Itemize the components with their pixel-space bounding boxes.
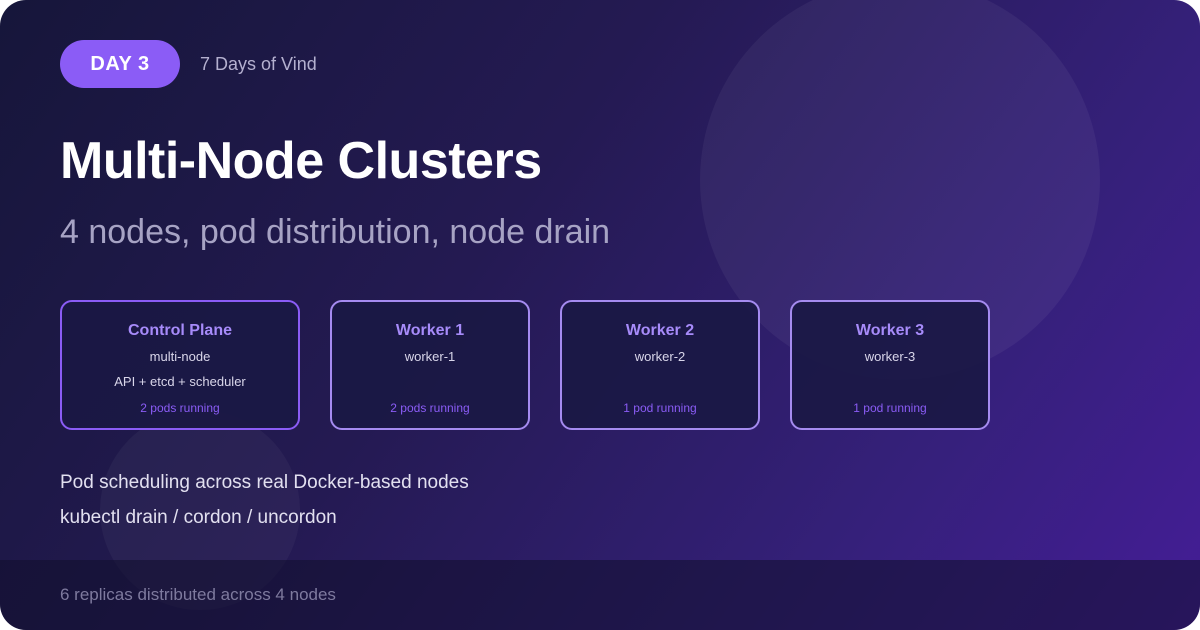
series-label: 7 Days of Vind: [200, 54, 317, 74]
node-title: Worker 2: [625, 322, 695, 339]
node-name: multi-node: [149, 349, 211, 364]
node-card-worker-2: Worker 2 worker-2 1 pod running: [560, 300, 760, 430]
node-pod-status: 1 pod running: [623, 401, 697, 415]
node-card-control-plane: Control Plane multi-node API + etcd + sc…: [60, 300, 300, 430]
node-title: Worker 1: [395, 322, 465, 339]
node-pod-status: 1 pod running: [853, 401, 927, 415]
feature-line: Pod scheduling across real Docker-based …: [60, 472, 469, 493]
feature-line: kubectl drain / cordon / uncordon: [60, 507, 337, 528]
day-badge: DAY 3: [60, 40, 180, 88]
social-card: DAY 3 7 Days of Vind Multi-Node Clusters…: [0, 0, 1200, 630]
node-pod-status: 2 pods running: [140, 401, 220, 415]
footer-text: 6 replicas distributed across 4 nodes: [60, 585, 336, 604]
page-title: Multi-Node Clusters: [60, 132, 542, 190]
footer-bar: 6 replicas distributed across 4 nodes: [0, 560, 1200, 630]
node-role: API + etcd + scheduler: [114, 374, 246, 389]
node-title: Worker 3: [855, 322, 925, 339]
node-pod-status: 2 pods running: [390, 401, 470, 415]
node-title: Control Plane: [127, 322, 232, 339]
node-name: worker-1: [404, 349, 456, 364]
node-name: worker-3: [864, 349, 916, 364]
node-name: worker-2: [634, 349, 686, 364]
node-card-worker-1: Worker 1 worker-1 2 pods running: [330, 300, 530, 430]
page-subtitle: 4 nodes, pod distribution, node drain: [60, 213, 611, 251]
node-card-worker-3: Worker 3 worker-3 1 pod running: [790, 300, 990, 430]
